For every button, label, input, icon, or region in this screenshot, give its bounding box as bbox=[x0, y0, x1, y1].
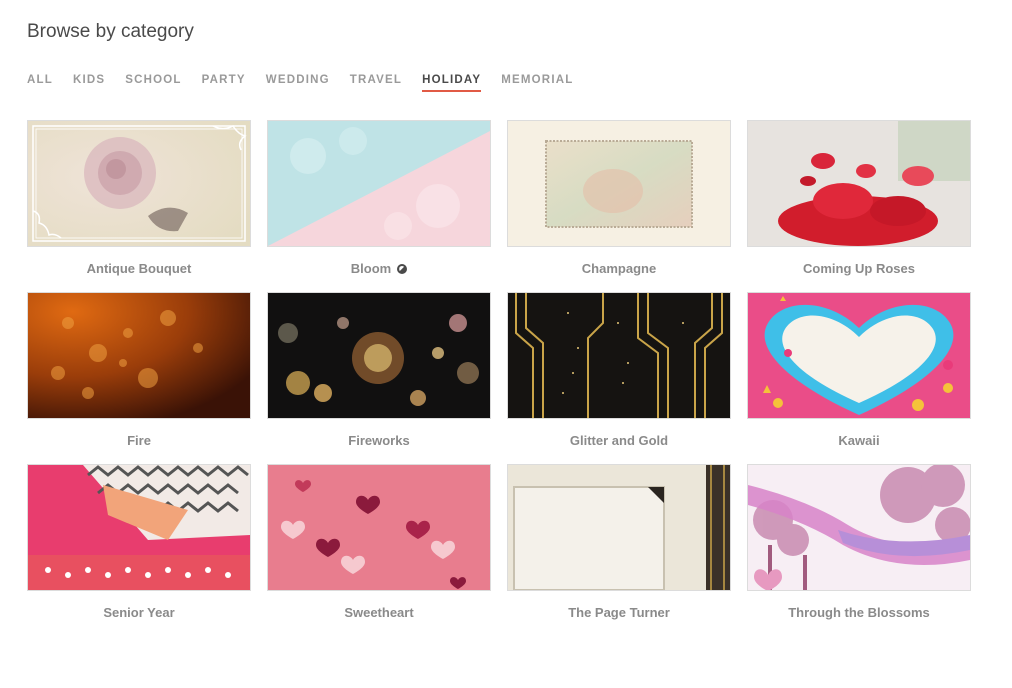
theme-card-fire[interactable]: Fire bbox=[27, 292, 251, 464]
theme-card-bloom[interactable]: Bloom bbox=[267, 120, 491, 292]
theme-card-senior-year[interactable]: Senior Year bbox=[27, 464, 251, 636]
theme-card-glitter-and-gold[interactable]: Glitter and Gold bbox=[507, 292, 731, 464]
tab-wedding[interactable]: WEDDING bbox=[266, 74, 330, 92]
theme-card-champagne[interactable]: Champagne bbox=[507, 120, 731, 292]
theme-name: The Page Turner bbox=[568, 605, 670, 620]
theme-thumbnail[interactable] bbox=[267, 292, 491, 419]
theme-card-coming-up-roses[interactable]: Coming Up Roses bbox=[747, 120, 971, 292]
theme-name: Glitter and Gold bbox=[569, 433, 669, 448]
theme-name: Senior Year bbox=[103, 605, 175, 620]
theme-card-the-page-turner[interactable]: The Page Turner bbox=[507, 464, 731, 636]
theme-name: Bloom bbox=[267, 261, 491, 276]
theme-thumbnail[interactable] bbox=[267, 464, 491, 591]
theme-thumbnail[interactable] bbox=[507, 292, 731, 419]
theme-thumbnail[interactable] bbox=[27, 120, 251, 247]
theme-name: Kawaii bbox=[838, 433, 880, 448]
theme-card-fireworks[interactable]: Fireworks bbox=[267, 292, 491, 464]
theme-thumbnail[interactable] bbox=[507, 464, 731, 591]
tab-kids[interactable]: KIDS bbox=[73, 74, 105, 92]
theme-thumbnail[interactable] bbox=[747, 464, 971, 591]
theme-card-antique-bouquet[interactable]: Antique Bouquet bbox=[27, 120, 251, 292]
category-tabs: ALL KIDS SCHOOL PARTY WEDDING TRAVEL HOL… bbox=[27, 74, 593, 92]
tab-school[interactable]: SCHOOL bbox=[125, 74, 181, 92]
premium-badge-icon bbox=[397, 263, 408, 274]
theme-name: Antique Bouquet bbox=[86, 261, 192, 276]
theme-name: Fire bbox=[127, 433, 151, 448]
theme-name: Champagne bbox=[581, 261, 657, 276]
theme-thumbnail[interactable] bbox=[27, 292, 251, 419]
page-title: Browse by category bbox=[27, 21, 194, 42]
theme-thumbnail[interactable] bbox=[507, 120, 731, 247]
theme-name: Fireworks bbox=[348, 433, 410, 448]
theme-card-sweetheart[interactable]: Sweetheart bbox=[267, 464, 491, 636]
tab-memorial[interactable]: MEMORIAL bbox=[501, 74, 573, 92]
tab-party[interactable]: PARTY bbox=[202, 74, 246, 92]
theme-grid: Antique Bouquet Bloom Champagne Coming U… bbox=[27, 120, 971, 636]
tab-holiday[interactable]: HOLIDAY bbox=[422, 74, 482, 92]
theme-card-kawaii[interactable]: Kawaii bbox=[747, 292, 971, 464]
tab-travel[interactable]: TRAVEL bbox=[350, 74, 402, 92]
tab-all[interactable]: ALL bbox=[27, 74, 53, 92]
theme-name: Coming Up Roses bbox=[803, 261, 915, 276]
theme-thumbnail[interactable] bbox=[27, 464, 251, 591]
theme-thumbnail[interactable] bbox=[267, 120, 491, 247]
theme-thumbnail[interactable] bbox=[747, 120, 971, 247]
theme-name: Through the Blossoms bbox=[788, 605, 930, 620]
theme-card-through-the-blossoms[interactable]: Through the Blossoms bbox=[747, 464, 971, 636]
theme-thumbnail[interactable] bbox=[747, 292, 971, 419]
theme-name: Sweetheart bbox=[344, 605, 414, 620]
